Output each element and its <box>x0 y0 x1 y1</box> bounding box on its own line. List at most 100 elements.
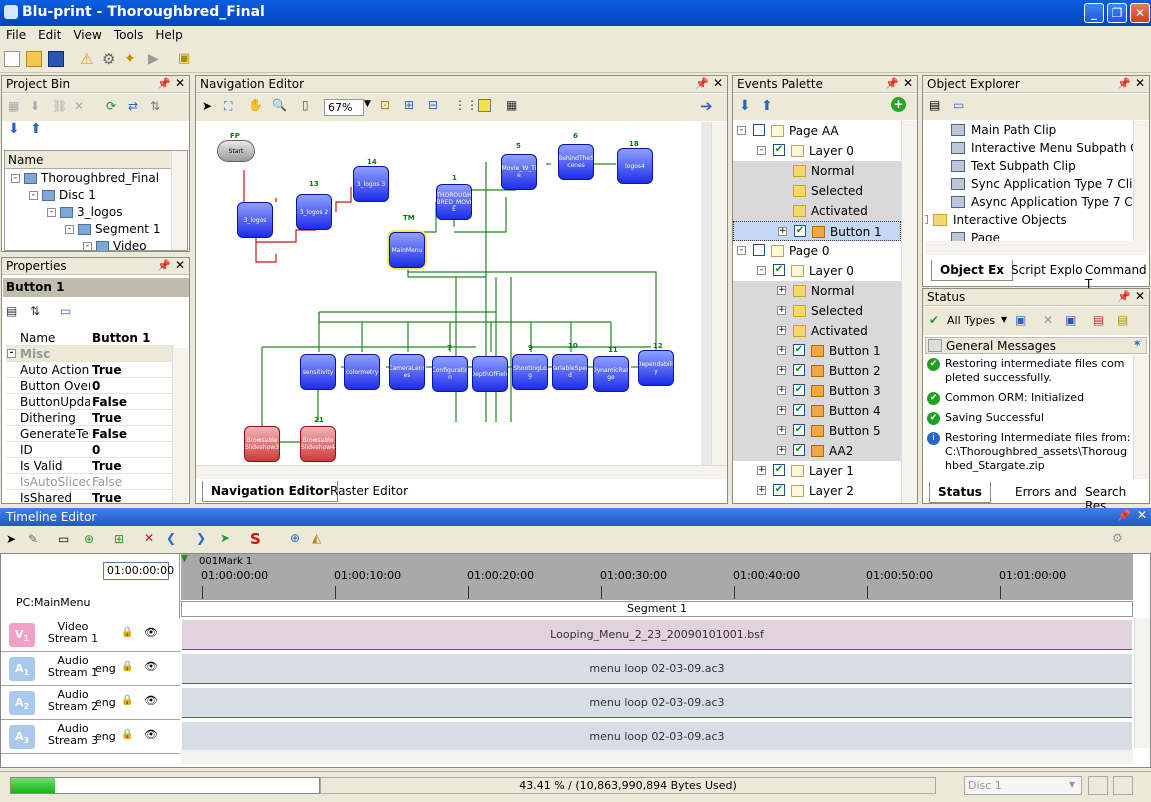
minimize-button[interactable]: _ <box>1084 3 1104 23</box>
export-icon[interactable]: ▣ <box>178 51 194 67</box>
node-main-menu[interactable]: MainMenu <box>389 232 425 268</box>
object-explorer-scrollbar[interactable] <box>1133 121 1149 241</box>
expand-icon[interactable]: + <box>777 286 786 295</box>
clear-icon[interactable]: ✕ <box>1043 313 1053 327</box>
menu-file[interactable]: File <box>0 26 32 42</box>
node-browsable-slideshow3[interactable]: Browsable Slideshow3 <box>244 426 280 462</box>
marker-flag-icon[interactable]: ▼ <box>181 554 188 564</box>
event-tree-item[interactable]: Normal <box>733 161 901 181</box>
property-value[interactable]: Button 1 <box>92 331 150 345</box>
property-pages-icon[interactable]: ▭ <box>60 304 71 318</box>
track-clip[interactable]: menu loop 02-03-09.ac3 <box>182 722 1132 752</box>
close-icon[interactable]: ✕ <box>175 76 185 90</box>
table-icon[interactable]: ▦ <box>506 98 517 112</box>
collapse-icon[interactable]: - <box>757 146 766 155</box>
nav-horizontal-scrollbar[interactable] <box>196 465 727 479</box>
expand-icon[interactable]: + <box>757 466 766 475</box>
add-event-icon[interactable]: + <box>891 97 906 112</box>
visibility-checkbox[interactable]: ✔ <box>793 384 805 396</box>
lock-icon[interactable]: 🔒 <box>121 661 133 672</box>
nav-canvas[interactable]: FP Start 13 14 3_logos 3_logos 2 3_logos… <box>196 122 711 465</box>
node-logos4[interactable]: logos4 <box>617 148 653 184</box>
property-value[interactable]: 0 <box>92 443 100 457</box>
node-movie-w-ti[interactable]: Movie_W_Ti e <box>501 154 537 190</box>
property-row[interactable]: Name Button 1 <box>6 330 174 346</box>
categorized-icon[interactable]: ▤ <box>6 304 17 318</box>
marker-tool-icon[interactable]: ✎ <box>28 532 38 546</box>
menu-edit[interactable]: Edit <box>32 26 67 42</box>
property-value[interactable]: True <box>92 411 121 425</box>
node-camera-lenses[interactable]: CameraLens es <box>389 354 425 390</box>
move-up-icon[interactable]: ⬆ <box>30 121 42 137</box>
visibility-checkbox[interactable] <box>753 244 765 256</box>
timeline-vertical-scrollbar[interactable] <box>1134 618 1150 748</box>
expand-icon[interactable]: - <box>11 174 20 183</box>
close-icon[interactable]: ✕ <box>1135 76 1145 90</box>
node-dependability[interactable]: Dependabilit y <box>638 350 674 386</box>
property-row[interactable]: Is Valid True <box>6 458 174 474</box>
link-icon[interactable]: ⛓ <box>52 99 67 113</box>
track-tool-icon[interactable]: ▭ <box>58 532 69 546</box>
track-clip[interactable]: menu loop 02-03-09.ac3 <box>182 688 1132 718</box>
sort-icon[interactable]: ⇅ <box>150 99 160 113</box>
zoom-select[interactable]: 67% <box>324 99 364 116</box>
node-dynamic-range[interactable]: DynamicRan ge <box>593 356 629 392</box>
collapse-icon[interactable]: - <box>737 246 746 255</box>
pin-icon[interactable]: 📌 <box>1117 509 1131 522</box>
select-tool-icon[interactable]: ➤ <box>202 99 212 113</box>
type-filter[interactable]: All Types <box>947 314 995 327</box>
event-tree-item[interactable]: Selected <box>733 181 901 201</box>
property-value[interactable]: True <box>92 459 121 473</box>
grid-icon[interactable]: ⋮⋮ <box>454 98 478 112</box>
refresh-icon[interactable]: ⟳ <box>106 99 116 113</box>
message-group-header[interactable]: General Messages * <box>925 337 1147 354</box>
property-row[interactable]: Auto Action True <box>6 362 174 378</box>
insert-icon[interactable]: ⊕ <box>290 531 300 545</box>
events-scrollbar[interactable] <box>901 121 917 503</box>
collapse-icon[interactable]: - <box>737 126 746 135</box>
visibility-checkbox[interactable]: ✔ <box>773 144 785 156</box>
visibility-checkbox[interactable]: ✔ <box>793 344 805 356</box>
tree-item[interactable]: - Video <box>83 239 147 251</box>
visibility-checkbox[interactable] <box>753 124 765 136</box>
menu-view[interactable]: View <box>67 26 107 42</box>
filter-icon[interactable]: ▣ <box>1015 313 1026 327</box>
object-explorer-hscroll[interactable] <box>925 241 1147 255</box>
expand-icon[interactable]: + <box>777 426 786 435</box>
next-icon[interactable]: ❯ <box>196 531 206 545</box>
track-clip[interactable]: Looping_Menu_2_23_200901010​01.bsf <box>182 620 1132 650</box>
event-tree-item[interactable]: Activated <box>733 201 901 221</box>
menu-help[interactable]: Help <box>149 26 188 42</box>
pin-icon[interactable]: 📌 <box>157 77 171 90</box>
property-value[interactable]: False <box>92 427 127 441</box>
close-icon[interactable]: ✕ <box>175 258 185 272</box>
node-depth-of-field[interactable]: DepthOfField <box>472 356 508 392</box>
node-3-logos-3[interactable]: 3_logos 3 <box>353 166 389 202</box>
node-browsable-slideshow4[interactable]: Browsable Slideshow4 <box>300 426 336 462</box>
property-row[interactable]: ID 0 <box>6 442 174 458</box>
pin-icon[interactable]: 📌 <box>1117 290 1131 303</box>
wand-icon[interactable]: ✦ <box>124 51 140 67</box>
timecode-input[interactable]: 01:00:00:00 <box>103 562 174 580</box>
tree-item[interactable]: - Disc 1 <box>29 188 96 202</box>
move-down-icon[interactable]: ⬇ <box>739 98 751 114</box>
segment-bar[interactable]: Segment 1 <box>181 601 1133 617</box>
event-tree-item[interactable]: + Activated <box>733 321 901 341</box>
zoom-fit-icon[interactable]: ⊞ <box>404 98 414 112</box>
close-icon[interactable]: ✕ <box>713 76 723 90</box>
add-track-icon[interactable]: ⊕ <box>84 532 94 546</box>
eye-icon[interactable]: 👁 <box>144 728 158 741</box>
close-icon[interactable]: ✕ <box>1135 289 1145 303</box>
go-icon[interactable]: ➔ <box>700 97 713 115</box>
play-icon[interactable]: ▶ <box>148 51 164 67</box>
menu-tools[interactable]: Tools <box>108 26 150 42</box>
event-tree-item[interactable]: + ✔ Button 2 <box>733 361 901 381</box>
new-file-icon[interactable] <box>4 51 20 67</box>
property-value[interactable]: True <box>92 491 121 502</box>
expand-icon[interactable]: + <box>777 386 786 395</box>
lock-icon[interactable]: 🔒 <box>121 627 133 638</box>
delete-icon[interactable]: ✕ <box>74 99 84 113</box>
save-icon[interactable]: ▣ <box>1065 313 1076 327</box>
lock-icon[interactable]: 🔒 <box>121 729 133 740</box>
disc-select[interactable]: Disc 1 <box>964 776 1082 795</box>
